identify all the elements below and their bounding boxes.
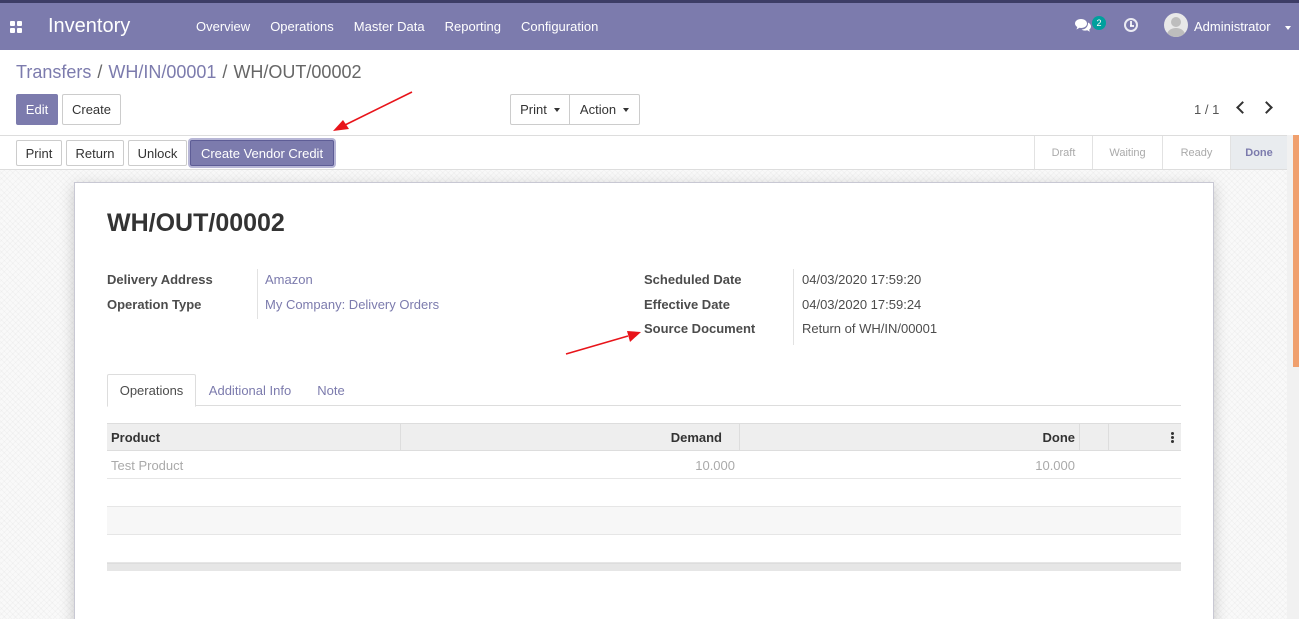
pager-previous-icon[interactable] xyxy=(1236,101,1249,114)
stage-ready: Ready xyxy=(1162,136,1230,169)
scheduled-date-value: 04/03/2020 17:59:20 xyxy=(802,272,922,287)
table-row[interactable]: Test Product 10.000 10.000 xyxy=(107,451,1181,479)
menu-item-master-data[interactable]: Master Data xyxy=(354,19,425,34)
breadcrumb-separator: / xyxy=(97,62,103,82)
stage-draft: Draft xyxy=(1034,136,1092,169)
breadcrumb: Transfers / WH/IN/00001 / WH/OUT/00002 xyxy=(16,62,361,83)
apps-menu-icon[interactable] xyxy=(10,21,22,33)
effective-date-value: 04/03/2020 17:59:24 xyxy=(802,297,922,312)
source-document-value: Return of WH/IN/00001 xyxy=(802,321,938,336)
edit-button[interactable]: Edit xyxy=(16,94,58,125)
chat-count-badge: 2 xyxy=(1092,16,1106,30)
chat-icon[interactable] xyxy=(1075,18,1091,32)
create-vendor-credit-button[interactable]: Create Vendor Credit xyxy=(190,140,334,166)
source-document-label: Source Document xyxy=(644,321,756,336)
scrollbar-thumb[interactable] xyxy=(1293,135,1299,367)
column-demand[interactable]: Demand xyxy=(401,424,722,450)
column-product[interactable]: Product xyxy=(111,424,160,450)
activity-clock-icon[interactable] xyxy=(1124,18,1138,32)
menu-item-configuration[interactable]: Configuration xyxy=(521,19,598,34)
effective-date-label: Effective Date xyxy=(644,297,730,312)
breadcrumb-receipt[interactable]: WH/IN/00001 xyxy=(108,62,216,83)
caret-down-icon xyxy=(553,107,560,112)
notebook-tabs: Operations Additional Info Note xyxy=(107,374,1181,407)
print-dropdown-label: Print xyxy=(520,102,547,117)
breadcrumb-separator: / xyxy=(222,62,228,82)
print-button[interactable]: Print xyxy=(16,140,62,166)
form-sheet: WH/OUT/00002 Delivery Address Amazon Ope… xyxy=(74,182,1214,619)
breadcrumb-current: WH/OUT/00002 xyxy=(233,62,362,82)
form-statusbar: Print Return Unlock Create Vendor Credit… xyxy=(0,135,1287,170)
stage-waiting: Waiting xyxy=(1092,136,1162,169)
action-dropdown[interactable]: Action xyxy=(569,94,640,125)
field-divider xyxy=(257,269,258,319)
operation-type-label: Operation Type xyxy=(107,297,202,312)
stage-done: Done xyxy=(1230,136,1287,169)
column-done[interactable]: Done xyxy=(740,424,1076,450)
tab-additional-info[interactable]: Additional Info xyxy=(198,374,302,406)
status-stages: Draft Waiting Ready Done xyxy=(1034,136,1287,169)
row-done: 10.000 xyxy=(1035,458,1075,473)
annotation-arrow-vendor-credit xyxy=(333,91,413,131)
main-menu: Overview Operations Master Data Reportin… xyxy=(186,19,608,34)
row-product: Test Product xyxy=(111,458,184,473)
field-divider xyxy=(793,269,794,345)
menu-item-reporting[interactable]: Reporting xyxy=(445,19,501,34)
user-menu-caret-icon[interactable] xyxy=(1285,26,1291,30)
menu-item-overview[interactable]: Overview xyxy=(196,19,250,34)
delivery-address-value[interactable]: Amazon xyxy=(265,272,313,287)
tab-operations[interactable]: Operations xyxy=(107,374,196,407)
return-button[interactable]: Return xyxy=(66,140,124,166)
optional-columns-kebab-icon[interactable] xyxy=(1171,432,1174,443)
top-navbar: Inventory Overview Operations Master Dat… xyxy=(0,0,1299,50)
app-title[interactable]: Inventory xyxy=(48,15,130,38)
record-title: WH/OUT/00002 xyxy=(107,209,285,237)
action-dropdown-label: Action xyxy=(579,102,617,117)
table-footer xyxy=(107,563,1181,571)
create-button[interactable]: Create xyxy=(62,94,121,125)
menu-item-operations[interactable]: Operations xyxy=(270,19,334,34)
unlock-button[interactable]: Unlock xyxy=(128,140,187,166)
table-row-empty xyxy=(107,479,1181,507)
tab-note[interactable]: Note xyxy=(305,374,357,406)
user-avatar[interactable] xyxy=(1164,13,1188,37)
column-divider xyxy=(1079,424,1080,450)
row-demand: 10.000 xyxy=(695,458,735,473)
scheduled-date-label: Scheduled Date xyxy=(644,272,742,287)
operation-type-value[interactable]: My Company: Delivery Orders xyxy=(265,297,439,312)
delivery-address-label: Delivery Address xyxy=(107,272,213,287)
caret-down-icon xyxy=(623,107,630,112)
table-row-empty xyxy=(107,507,1181,535)
user-name[interactable]: Administrator xyxy=(1194,19,1271,34)
breadcrumb-transfers[interactable]: Transfers xyxy=(16,62,91,83)
column-divider xyxy=(1108,424,1109,450)
pager-next-icon[interactable] xyxy=(1260,101,1273,114)
table-header: Product Demand Done xyxy=(107,423,1181,451)
print-dropdown[interactable]: Print xyxy=(510,94,570,125)
pager-value[interactable]: 1 / 1 xyxy=(1194,102,1219,117)
table-row-empty xyxy=(107,535,1181,563)
